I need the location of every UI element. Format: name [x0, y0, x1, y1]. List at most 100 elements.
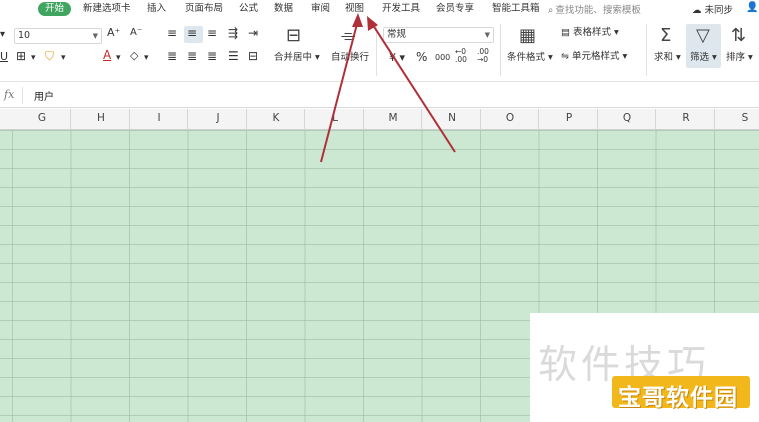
- tab-home[interactable]: 开始: [38, 2, 72, 16]
- tab-review[interactable]: 审阅: [311, 2, 330, 16]
- column-header-g[interactable]: G: [32, 112, 52, 124]
- filter-label: 筛选: [690, 52, 710, 63]
- align-right-icon[interactable]: ≣: [207, 49, 217, 63]
- border-dropdown-icon[interactable]: ▾: [31, 51, 36, 65]
- currency-icon[interactable]: ¥ ▾: [389, 51, 405, 65]
- distributed-icon[interactable]: ⊟: [248, 49, 258, 63]
- sum-label: 求和: [654, 52, 674, 63]
- column-divider[interactable]: [304, 109, 305, 130]
- column-divider[interactable]: [655, 109, 656, 130]
- ribbon-separator: [646, 24, 647, 76]
- column-divider[interactable]: [70, 109, 71, 130]
- tab-new-tab[interactable]: 新建选项卡: [83, 2, 131, 16]
- table-style-button[interactable]: ▤ 表格样式 ▾: [561, 26, 619, 40]
- font-name-dropdown-arrow[interactable]: ▾: [0, 28, 5, 42]
- align-middle-icon[interactable]: ≡: [187, 26, 197, 40]
- conditional-format-button[interactable]: 条件格式 ▾: [507, 51, 553, 65]
- thousands-button[interactable]: 000: [435, 51, 450, 65]
- conditional-format-icon[interactable]: ▦: [519, 26, 536, 46]
- align-bottom-icon[interactable]: ≡: [207, 26, 217, 40]
- tab-member[interactable]: 会员专享: [436, 2, 474, 16]
- column-header-h[interactable]: H: [91, 112, 111, 124]
- tab-insert[interactable]: 插入: [147, 2, 166, 16]
- column-header-q[interactable]: Q: [617, 112, 637, 124]
- column-divider[interactable]: [538, 109, 539, 130]
- column-header-n[interactable]: N: [442, 112, 462, 124]
- tab-view[interactable]: 视图: [345, 2, 364, 16]
- increase-decimal-button[interactable]: ←0 .00: [455, 48, 469, 64]
- column-divider[interactable]: [363, 109, 364, 130]
- align-top-icon[interactable]: ≡: [167, 26, 177, 40]
- sort-button[interactable]: 排序 ▾: [726, 51, 753, 65]
- percent-button[interactable]: %: [416, 50, 427, 64]
- column-header-m[interactable]: M: [383, 112, 403, 124]
- formula-input[interactable]: 用户: [34, 88, 54, 103]
- align-left-icon[interactable]: ≣: [167, 49, 177, 63]
- font-color-dropdown-icon[interactable]: ▾: [116, 51, 121, 65]
- font-color-icon[interactable]: A: [103, 48, 111, 62]
- sum-button[interactable]: 求和 ▾: [654, 51, 681, 65]
- increase-font-icon[interactable]: A⁺: [107, 26, 120, 40]
- column-divider[interactable]: [187, 109, 188, 130]
- ribbon: ▾ 10 ▼ A⁺ A⁻ U ⊞ ▾ ⛉ ▾ A ▾ ◇ ▾ ≡ ≡ ≡ ⇶ ⇥ …: [0, 20, 759, 82]
- fill-color-icon[interactable]: ⛉: [45, 49, 54, 63]
- search-box[interactable]: ⌕ 查找功能、搜索模板: [548, 2, 680, 16]
- underline-icon[interactable]: U: [0, 50, 8, 64]
- column-header-r[interactable]: R: [676, 112, 696, 124]
- formula-separator: [22, 87, 23, 104]
- sum-icon[interactable]: Σ: [660, 26, 671, 46]
- column-header-o[interactable]: O: [500, 112, 520, 124]
- border-icon[interactable]: ⊞: [16, 49, 26, 63]
- table-style-label: 表格样式: [573, 27, 612, 38]
- column-divider[interactable]: [246, 109, 247, 130]
- tab-formulas[interactable]: 公式: [239, 2, 258, 16]
- number-format-value: 常规: [387, 29, 407, 40]
- align-center-icon[interactable]: ≣: [187, 49, 197, 63]
- chevron-down-icon: ▼: [484, 31, 490, 39]
- column-divider[interactable]: [714, 109, 715, 130]
- clear-dropdown-icon[interactable]: ▾: [144, 51, 149, 65]
- justify-icon[interactable]: ☰: [228, 49, 239, 63]
- filter-icon[interactable]: ▽: [696, 26, 710, 46]
- table-style-icon: ▤: [561, 27, 570, 38]
- merge-center-icon[interactable]: ⊟: [286, 26, 301, 46]
- cloud-icon: ☁: [692, 5, 702, 16]
- column-divider[interactable]: [597, 109, 598, 130]
- fill-dropdown-icon[interactable]: ▾: [61, 51, 66, 65]
- sort-icon[interactable]: ⇅: [731, 26, 746, 46]
- cell-style-button[interactable]: ⇋ 单元格样式 ▾: [561, 50, 627, 64]
- column-divider[interactable]: [129, 109, 130, 130]
- merge-center-button[interactable]: 合并居中 ▾: [274, 51, 320, 65]
- share-user-icon[interactable]: 👤: [746, 2, 758, 13]
- column-header-l[interactable]: L: [325, 112, 345, 124]
- column-divider[interactable]: [421, 109, 422, 130]
- clear-format-icon[interactable]: ◇: [130, 49, 138, 63]
- number-format-select[interactable]: 常规 ▼: [383, 27, 494, 43]
- filter-button[interactable]: 筛选 ▾: [690, 51, 717, 65]
- sync-status[interactable]: ☁ 未同步: [692, 2, 733, 16]
- column-header-i[interactable]: I: [149, 112, 169, 124]
- column-divider[interactable]: [480, 109, 481, 130]
- search-icon: ⌕: [548, 5, 554, 16]
- watermark-badge-text: 宝哥软件园: [618, 385, 738, 411]
- menu-bar: 开始 新建选项卡 插入 页面布局 公式 数据 审阅 视图 开发工具 会员专享 智…: [0, 0, 759, 20]
- column-header-k[interactable]: K: [266, 112, 286, 124]
- formula-bar: fx 用户: [0, 83, 759, 108]
- indent-icon[interactable]: ⇥: [248, 26, 258, 40]
- column-header-j[interactable]: J: [208, 112, 228, 124]
- tab-data[interactable]: 数据: [274, 2, 293, 16]
- font-size-select[interactable]: 10 ▼: [14, 28, 102, 44]
- decrease-font-icon[interactable]: A⁻: [130, 26, 142, 40]
- orientation-icon[interactable]: ⇶: [228, 26, 238, 40]
- font-size-value: 10: [18, 30, 31, 41]
- tab-developer[interactable]: 开发工具: [382, 2, 420, 16]
- wrap-text-icon[interactable]: ⌯: [341, 26, 355, 46]
- decrease-decimal-button[interactable]: .00 →0: [477, 48, 491, 64]
- ribbon-separator: [376, 24, 377, 76]
- fx-icon[interactable]: fx: [4, 88, 14, 101]
- tab-page-layout[interactable]: 页面布局: [185, 2, 223, 16]
- column-header-p[interactable]: P: [559, 112, 579, 124]
- tab-smart-toolbox[interactable]: 智能工具箱: [492, 2, 540, 16]
- column-header-s[interactable]: S: [735, 112, 755, 124]
- wrap-text-button[interactable]: 自动换行: [331, 51, 369, 65]
